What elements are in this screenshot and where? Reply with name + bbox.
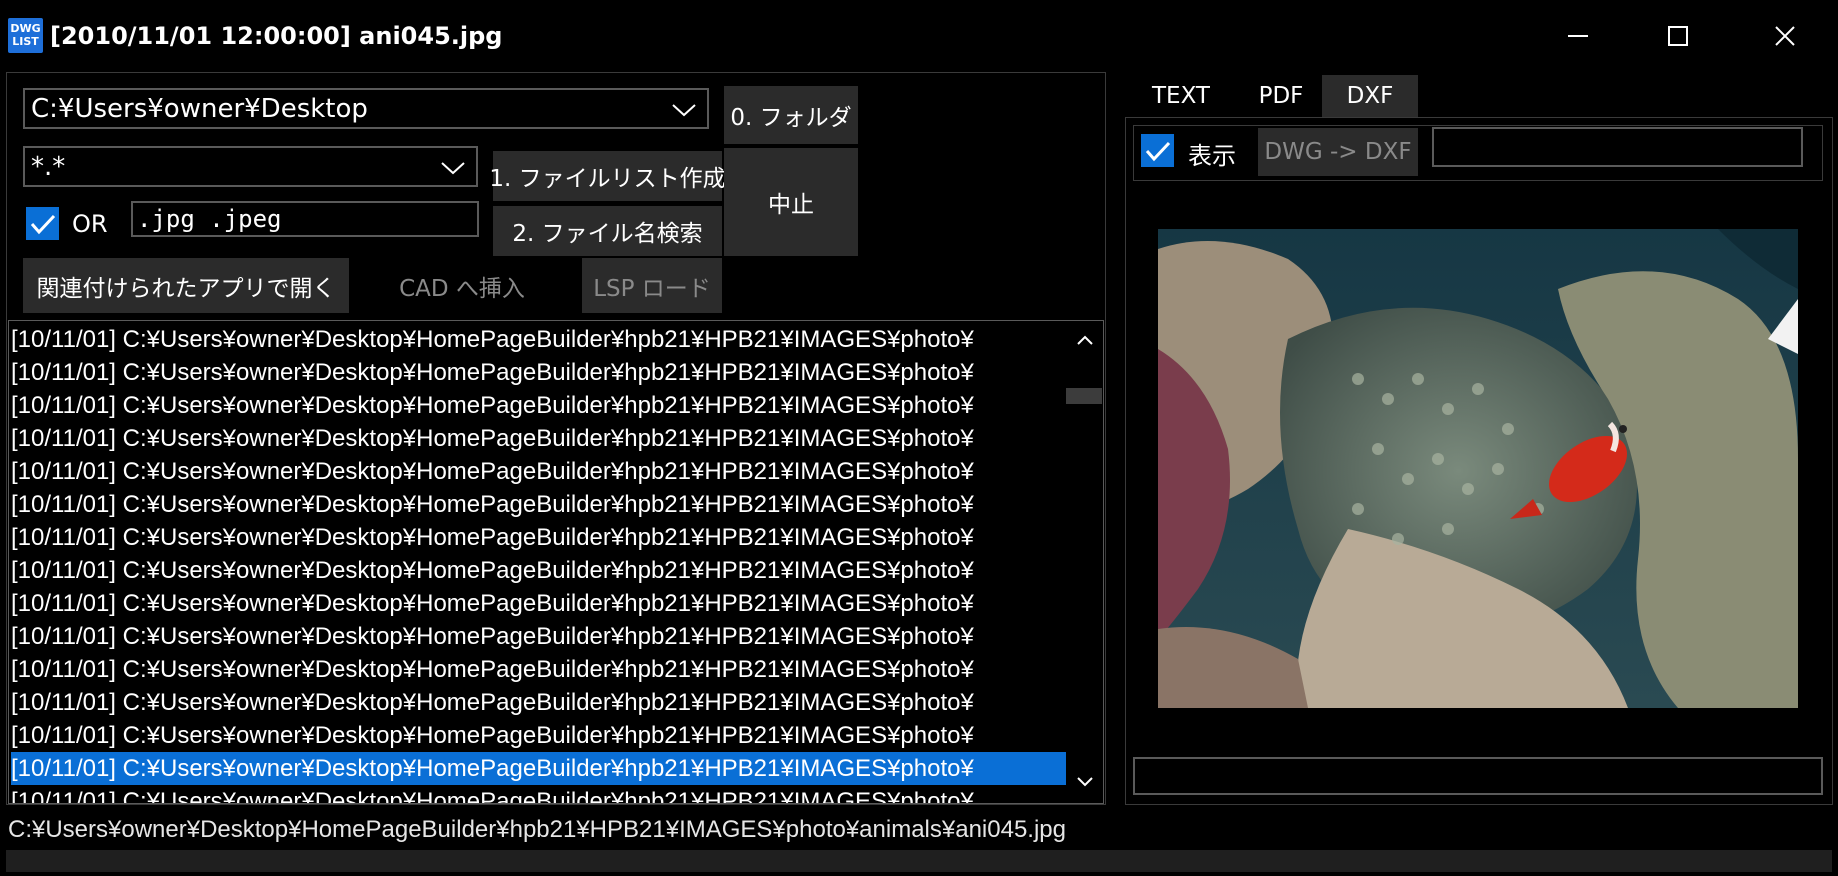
chevron-down-icon bbox=[1077, 777, 1093, 787]
checkmark-icon bbox=[30, 214, 55, 234]
file-list-row[interactable]: [10/11/01] C:¥Users¥owner¥Desktop¥HomePa… bbox=[11, 521, 1071, 554]
close-icon bbox=[1775, 26, 1795, 46]
window-title: [2010/11/01 12:00:00] ani045.jpg bbox=[50, 22, 503, 50]
app-icon-text-top: DWG bbox=[10, 22, 41, 35]
file-list-row[interactable]: [10/11/01] C:¥Users¥owner¥Desktop¥HomePa… bbox=[11, 422, 1071, 455]
file-list-row[interactable]: [10/11/01] C:¥Users¥owner¥Desktop¥HomePa… bbox=[11, 356, 1071, 389]
cad-insert-button[interactable]: CAD へ挿入 bbox=[353, 258, 571, 313]
chevron-down-icon bbox=[672, 103, 696, 116]
folder-path-value: C:¥Users¥owner¥Desktop bbox=[31, 93, 368, 124]
app-icon: DWG LIST bbox=[8, 18, 43, 53]
chevron-down-icon bbox=[441, 161, 465, 174]
preview-info-field[interactable] bbox=[1133, 757, 1823, 795]
folder-path-combo[interactable]: C:¥Users¥owner¥Desktop bbox=[23, 88, 709, 129]
file-list-row[interactable]: [10/11/01] C:¥Users¥owner¥Desktop¥HomePa… bbox=[11, 719, 1071, 752]
checkmark-icon bbox=[1145, 141, 1170, 161]
file-list-row[interactable]: [10/11/01] C:¥Users¥owner¥Desktop¥HomePa… bbox=[11, 323, 1071, 356]
tab-pdf[interactable]: PDF bbox=[1235, 75, 1327, 117]
stop-button[interactable]: 中止 bbox=[724, 148, 858, 256]
show-checkbox[interactable] bbox=[1141, 134, 1174, 167]
status-bar bbox=[6, 850, 1832, 872]
file-list-row[interactable]: [10/11/01] C:¥Users¥owner¥Desktop¥HomePa… bbox=[11, 455, 1071, 488]
file-list-row[interactable]: [10/11/01] C:¥Users¥owner¥Desktop¥HomePa… bbox=[11, 752, 1071, 785]
chevron-up-icon bbox=[1077, 335, 1093, 345]
tab-text[interactable]: TEXT bbox=[1133, 75, 1229, 117]
close-button[interactable] bbox=[1760, 18, 1810, 54]
image-preview bbox=[1158, 229, 1798, 708]
file-listbox[interactable]: [10/11/01] C:¥Users¥owner¥Desktop¥HomePa… bbox=[8, 320, 1104, 804]
filter-value: *.* bbox=[31, 151, 66, 182]
file-list-row[interactable]: [10/11/01] C:¥Users¥owner¥Desktop¥HomePa… bbox=[11, 587, 1071, 620]
show-label: 表示 bbox=[1188, 142, 1236, 170]
search-file-name-button[interactable]: 2. ファイル名検索 bbox=[493, 206, 722, 256]
scrollbar-thumb[interactable] bbox=[1066, 388, 1102, 404]
tab-dxf[interactable]: DXF bbox=[1322, 75, 1418, 117]
app-icon-text-bottom: LIST bbox=[12, 35, 39, 48]
file-list-row[interactable]: [10/11/01] C:¥Users¥owner¥Desktop¥HomePa… bbox=[11, 389, 1071, 422]
selected-file-path: C:¥Users¥owner¥Desktop¥HomePageBuilder¥h… bbox=[8, 816, 1066, 843]
minimize-icon bbox=[1568, 35, 1588, 37]
dwg-to-dxf-button[interactable]: DWG -> DXF bbox=[1258, 128, 1418, 176]
extensions-input[interactable]: .jpg .jpeg bbox=[131, 201, 479, 237]
file-list-row[interactable]: [10/11/01] C:¥Users¥owner¥Desktop¥HomePa… bbox=[11, 686, 1071, 719]
clownfish-photo bbox=[1158, 229, 1798, 708]
file-list-row[interactable]: [10/11/01] C:¥Users¥owner¥Desktop¥HomePa… bbox=[11, 785, 1071, 803]
folder-button[interactable]: 0. フォルダ bbox=[724, 86, 858, 144]
file-list-row[interactable]: [10/11/01] C:¥Users¥owner¥Desktop¥HomePa… bbox=[11, 653, 1071, 686]
file-list-row[interactable]: [10/11/01] C:¥Users¥owner¥Desktop¥HomePa… bbox=[11, 554, 1071, 587]
maximize-icon bbox=[1668, 26, 1688, 46]
open-with-associated-app-button[interactable]: 関連付けられたアプリで開く bbox=[23, 258, 349, 313]
file-list-row[interactable]: [10/11/01] C:¥Users¥owner¥Desktop¥HomePa… bbox=[11, 488, 1071, 521]
or-checkbox[interactable] bbox=[26, 207, 59, 240]
or-label: OR bbox=[72, 210, 108, 238]
minimize-button[interactable] bbox=[1553, 18, 1603, 54]
create-file-list-button[interactable]: 1. ファイルリスト作成 bbox=[489, 151, 726, 201]
dxf-output-field[interactable] bbox=[1432, 127, 1803, 167]
lsp-load-button[interactable]: LSP ロード bbox=[582, 258, 722, 313]
file-list-row[interactable]: [10/11/01] C:¥Users¥owner¥Desktop¥HomePa… bbox=[11, 620, 1071, 653]
filter-combo[interactable]: *.* bbox=[23, 146, 478, 187]
maximize-button[interactable] bbox=[1653, 18, 1703, 54]
